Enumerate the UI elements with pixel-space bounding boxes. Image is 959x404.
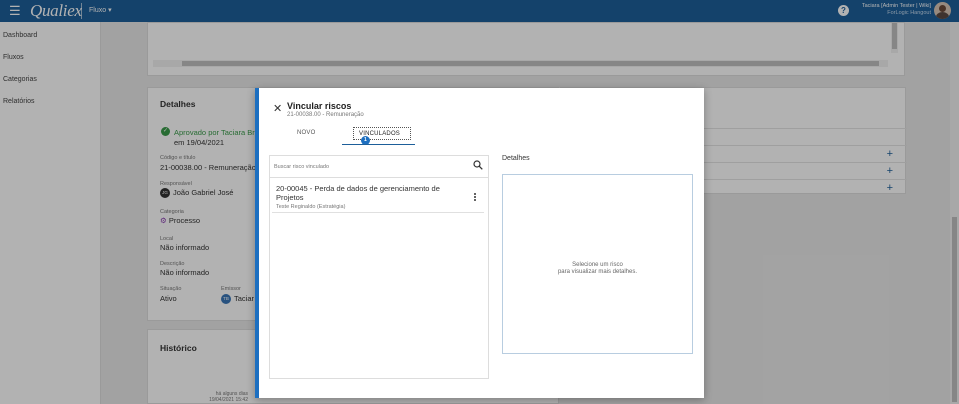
search-icon[interactable]	[473, 160, 483, 170]
search-input[interactable]: Buscar risco vinculado	[274, 164, 329, 170]
close-icon[interactable]: ✕	[273, 103, 282, 115]
details-label: Detalhes	[502, 155, 530, 162]
dialog-subtitle: 21-00038.00 - Remuneração	[287, 112, 364, 118]
linked-risks-list: Buscar risco vinculado 20-00045 - Perda …	[269, 155, 489, 379]
more-icon[interactable]	[473, 193, 477, 204]
link-risks-dialog: ✕ Vincular riscos 21-00038.00 - Remunera…	[255, 88, 704, 398]
list-item[interactable]: 20-00045 - Perda de dados de gerenciamen…	[272, 181, 484, 213]
tab-novo[interactable]: NOVO	[297, 130, 315, 136]
tab-vinculados[interactable]: VINCULADOS1	[353, 127, 411, 145]
risk-title: 20-00045 - Perda de dados de gerenciamen…	[276, 184, 440, 202]
empty-line-1: Selecione um risco	[572, 262, 623, 268]
empty-state: Selecione um risco para visualizar mais …	[503, 262, 692, 276]
risk-subtitle: Teste Reginaldo (Estratégia)	[276, 204, 346, 210]
details-panel: Selecione um risco para visualizar mais …	[502, 174, 693, 354]
search-bar: Buscar risco vinculado	[270, 156, 488, 178]
empty-line-2: para visualizar mais detalhes.	[557, 269, 638, 275]
dialog-accent-bar	[255, 88, 259, 398]
dialog-title: Vincular riscos	[287, 101, 352, 111]
active-tab-indicator	[342, 144, 415, 145]
